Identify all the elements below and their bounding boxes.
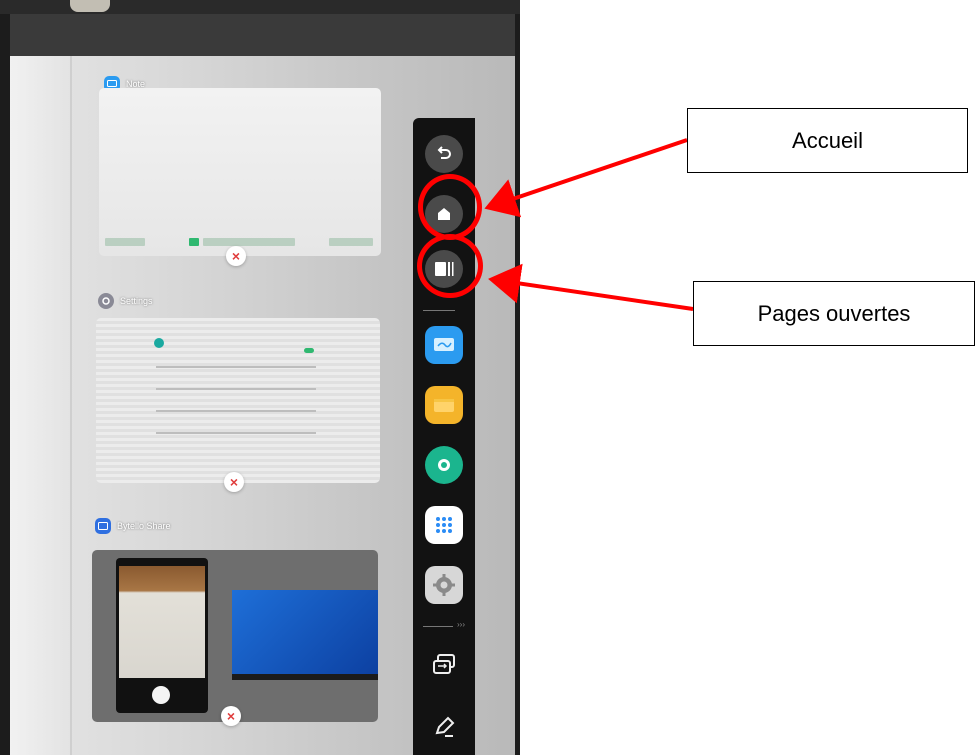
- folder-app-icon: [434, 399, 454, 412]
- close-icon: ×: [229, 474, 239, 490]
- pane-divider: [70, 56, 72, 755]
- open-pages-highlight-ring: [417, 234, 483, 298]
- pages-ouvertes-label: Pages ouvertes: [693, 281, 975, 346]
- record-app-icon: [438, 459, 450, 471]
- settings-gear-icon: [433, 574, 455, 596]
- pen-icon: [435, 716, 455, 737]
- settings-preview-row: [156, 410, 316, 412]
- close-note-button[interactable]: ×: [226, 246, 246, 266]
- toolbar-divider: [423, 310, 455, 311]
- folder-app-button[interactable]: [425, 386, 463, 424]
- settings-preview-row: [156, 388, 316, 390]
- accueil-label: Accueil: [687, 108, 968, 173]
- settings-preview-dot: [154, 338, 164, 348]
- share-card-header: Bytello Share: [95, 518, 171, 534]
- toolbar-divider: [423, 626, 453, 627]
- screen-share-icon: [433, 654, 455, 674]
- settings-preview-row: [156, 432, 316, 434]
- close-share-button[interactable]: ×: [221, 706, 241, 726]
- settings-card-title: Settings: [120, 296, 153, 306]
- desktop-preview: [232, 590, 378, 680]
- left-pane: [10, 56, 70, 755]
- settings-preview-row: [156, 366, 316, 368]
- display-top-band: [10, 14, 515, 56]
- bytello-share-app-icon: [95, 518, 111, 534]
- bytello-share-app-card[interactable]: [92, 550, 378, 722]
- accueil-label-text: Accueil: [792, 127, 863, 153]
- pages-ouvertes-label-text: Pages ouvertes: [757, 300, 911, 326]
- pen-button[interactable]: [425, 708, 463, 746]
- ceiling-light: [70, 0, 110, 12]
- screen-share-button[interactable]: [425, 646, 463, 684]
- home-highlight-ring: [418, 174, 482, 240]
- desktop-taskbar: [232, 674, 378, 680]
- settings-app-icon: [98, 293, 114, 309]
- expand-arrows-icon[interactable]: ›››: [457, 620, 465, 629]
- pages-ouvertes-arrow: [488, 263, 694, 311]
- settings-preview-toggle: [304, 348, 314, 353]
- camera-shutter-icon: [152, 686, 170, 704]
- apps-grid-icon: [436, 517, 452, 533]
- camera-viewfinder: [119, 566, 205, 678]
- record-app-button[interactable]: [425, 446, 463, 484]
- close-settings-button[interactable]: ×: [224, 472, 244, 492]
- whiteboard-app-button[interactable]: [425, 326, 463, 364]
- close-icon: ×: [231, 248, 241, 264]
- camera-preview: [116, 558, 208, 713]
- note-app-card[interactable]: [99, 88, 381, 256]
- accueil-arrow: [484, 138, 688, 218]
- share-card-title: Bytello Share: [117, 521, 171, 531]
- whiteboard-app-icon: [434, 338, 454, 351]
- settings-app-card[interactable]: [96, 318, 380, 483]
- back-icon: [437, 146, 451, 159]
- settings-card-header: Settings: [98, 293, 153, 309]
- settings-button[interactable]: [425, 566, 463, 604]
- back-button[interactable]: [425, 135, 463, 173]
- apps-grid-button[interactable]: [425, 506, 463, 544]
- close-icon: ×: [226, 708, 236, 724]
